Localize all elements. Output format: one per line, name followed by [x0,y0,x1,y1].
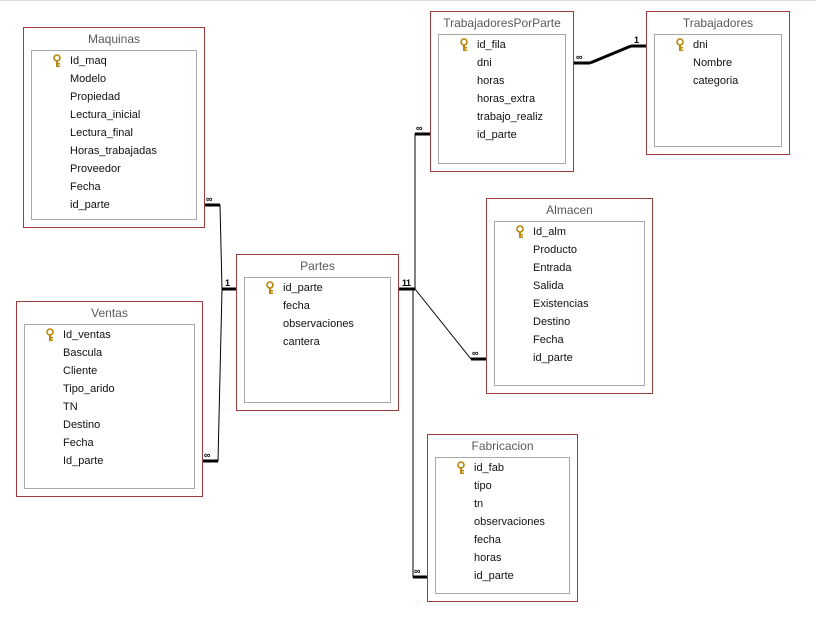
field-name: id_fab [474,462,504,474]
cardinality-one-trabajadores: 1 [634,35,640,45]
field[interactable]: categoria [655,72,781,90]
field[interactable]: dni [439,54,565,72]
field[interactable]: Existencias [495,295,644,313]
field[interactable]: id_parte [32,196,196,214]
key-icon [46,328,54,341]
table-fabricacion[interactable]: Fabricacion id_fab tipo tn observaciones… [427,434,578,602]
field-list[interactable]: Id_maq Modelo Propiedad Lectura_inicial … [31,50,197,220]
field[interactable]: Lectura_inicial [32,106,196,124]
field-primary-key[interactable]: id_fab [436,459,569,477]
cardinality-many-tpp-trabajadores: ∞ [576,52,583,62]
table-title[interactable]: Trabajadores [647,12,789,34]
relationship-line-partes-fabricacion[interactable] [412,289,428,578]
key-icon [53,54,61,67]
field-primary-key[interactable]: id_fila [439,36,565,54]
field-primary-key[interactable]: Id_ventas [25,326,194,344]
field[interactable]: Entrada [495,259,644,277]
field-list[interactable]: id_parte fecha observaciones cantera [244,277,391,403]
field[interactable]: Salida [495,277,644,295]
field[interactable]: cantera [245,333,390,351]
relationship-line-partes-trabajadoresporparte[interactable] [399,133,431,290]
relationship-line-trabajadores-trabajadoresporparte[interactable] [573,45,647,64]
field-name: id_fila [477,39,506,51]
field-list[interactable]: Id_alm Producto Entrada Salida Existenci… [494,221,645,386]
table-title[interactable]: Almacen [487,199,652,221]
table-partes[interactable]: Partes id_parte fecha observaciones cant… [236,254,399,411]
cardinality-many-fabricacion: ∞ [414,566,421,576]
field-primary-key[interactable]: dni [655,36,781,54]
field[interactable]: Nombre [655,54,781,72]
field[interactable]: Destino [495,313,644,331]
key-icon [516,225,524,238]
relationship-line-ventas-partes[interactable] [202,288,223,462]
field[interactable]: Lectura_final [32,124,196,142]
field-primary-key[interactable]: id_parte [245,279,390,297]
table-title[interactable]: Fabricacion [428,435,577,457]
table-title[interactable]: Ventas [17,302,202,324]
table-title[interactable]: Partes [237,255,398,277]
field-primary-key[interactable]: Id_maq [32,52,196,70]
field-name: id_parte [283,282,323,294]
field-primary-key[interactable]: Id_alm [495,223,644,241]
field[interactable]: tn [436,495,569,513]
field-list[interactable]: dni Nombre categoria [654,34,782,147]
table-title[interactable]: TrabajadoresPorParte [431,12,573,34]
table-maquinas[interactable]: Maquinas Id_maq Modelo Propiedad Lectura… [23,27,205,228]
field-list[interactable]: id_fab tipo tn observaciones fecha horas… [435,457,570,594]
cardinality-one-partes-maquinas: 1 [225,278,231,288]
field[interactable]: TN [25,398,194,416]
window-top-border [0,0,816,1]
field[interactable]: horas [436,549,569,567]
field[interactable]: horas_extra [439,90,565,108]
field[interactable]: Fecha [495,331,644,349]
cardinality-many-trabajadoresporparte: ∞ [416,123,423,133]
field-list[interactable]: Id_ventas Bascula Cliente Tipo_arido TN … [24,324,195,489]
table-almacen[interactable]: Almacen Id_alm Producto Entrada Salida E… [486,198,653,394]
field[interactable]: Tipo_arido [25,380,194,398]
field[interactable]: Propiedad [32,88,196,106]
cardinality-many-maquinas: ∞ [206,194,213,204]
field[interactable]: observaciones [436,513,569,531]
key-icon [460,38,468,51]
field[interactable]: id_parte [436,567,569,585]
field[interactable]: Fecha [25,434,194,452]
field[interactable]: fecha [245,297,390,315]
table-trabajadoresporparte[interactable]: TrabajadoresPorParte id_fila dni horas h… [430,11,574,172]
field[interactable]: Modelo [32,70,196,88]
field-name: Id_ventas [63,329,111,341]
field[interactable]: Proveedor [32,160,196,178]
key-icon [266,281,274,294]
cardinality-one-partes-right-2: 1 [406,278,412,288]
field[interactable]: horas [439,72,565,90]
field[interactable]: Producto [495,241,644,259]
relationship-line-maquinas-partes[interactable] [204,204,238,290]
field[interactable]: Horas_trabajadas [32,142,196,160]
cardinality-many-ventas: ∞ [204,450,211,460]
field-list[interactable]: id_fila dni horas horas_extra trabajo_re… [438,34,566,164]
field[interactable]: fecha [436,531,569,549]
field[interactable]: Cliente [25,362,194,380]
field[interactable]: id_parte [439,126,565,144]
field[interactable]: observaciones [245,315,390,333]
field[interactable]: trabajo_realiz [439,108,565,126]
field[interactable]: id_parte [495,349,644,367]
field-name: Id_alm [533,226,567,238]
cardinality-many-almacen: ∞ [472,348,479,358]
table-ventas[interactable]: Ventas Id_ventas Bascula Cliente Tipo_ar… [16,301,203,497]
field[interactable]: Destino [25,416,194,434]
field[interactable]: tipo [436,477,569,495]
table-title[interactable]: Maquinas [24,28,204,50]
field[interactable]: Id_parte [25,452,194,470]
field[interactable]: Fecha [32,178,196,196]
table-trabajadores[interactable]: Trabajadores dni Nombre categoria [646,11,790,155]
field-name: Id_maq [70,55,107,67]
key-icon [457,461,465,474]
field[interactable]: Bascula [25,344,194,362]
field-name: dni [693,39,708,51]
key-icon [676,38,684,51]
